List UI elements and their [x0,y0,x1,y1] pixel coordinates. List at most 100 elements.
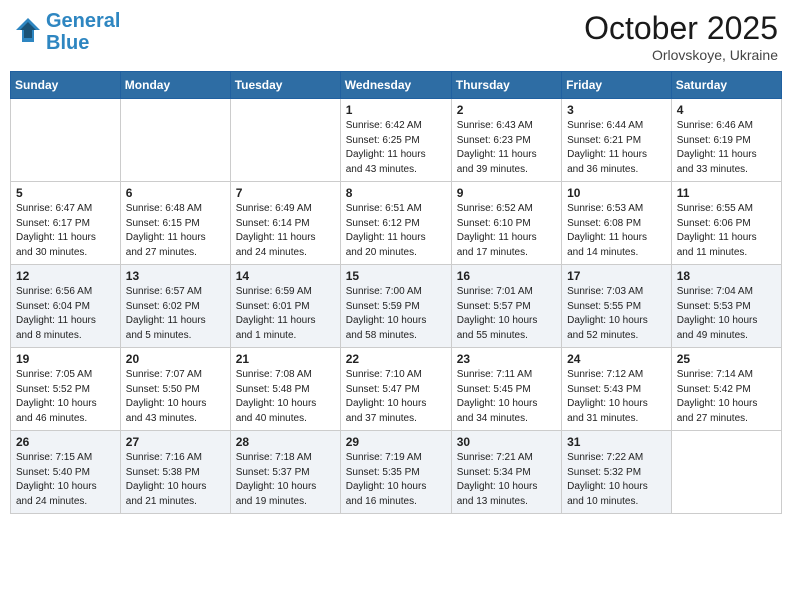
day-info: Sunrise: 6:53 AMSunset: 6:08 PMDaylight:… [567,202,666,260]
day-number: 29 [346,435,446,449]
day-number: 2 [457,103,556,117]
day-number: 1 [346,103,446,117]
day-info: Sunrise: 6:46 AMSunset: 6:19 PMDaylight:… [677,119,776,177]
day-number: 27 [126,435,225,449]
calendar-week-row: 5Sunrise: 6:47 AMSunset: 6:17 PMDaylight… [11,182,782,265]
calendar-day-16: 16 Sunrise: 7:01 AMSunset: 5:57 PMDayligh… [451,265,561,348]
calendar-day-11: 11Sunrise: 6:55 AMSunset: 6:06 PMDayligh… [671,182,781,265]
day-number: 13 [126,269,225,283]
day-info: Sunrise: 7:01 AMSunset: 5:57 PMDaylight:… [457,285,556,343]
calendar-day-12: 12 Sunrise: 6:56 AMSunset: 6:04 PMDayligh… [11,265,121,348]
calendar-day-1: 1 Sunrise: 6:42 AMSunset: 6:25 PMDaylight… [340,99,451,182]
calendar-day-19: 19 Sunrise: 7:05 AMSunset: 5:52 PMDayligh… [11,348,121,431]
day-number: 21 [236,352,335,366]
calendar-day-20: 20Sunrise: 7:07 AMSunset: 5:50 PMDayligh… [120,348,230,431]
day-header-sunday: Sunday [11,72,121,99]
day-info: Sunrise: 7:22 AMSunset: 5:32 PMDaylight:… [567,451,666,509]
day-header-thursday: Thursday [451,72,561,99]
logo-icon [14,16,42,44]
day-info: Sunrise: 6:49 AMSunset: 6:14 PMDaylight:… [236,202,335,260]
calendar-day-28: 28Sunrise: 7:18 AMSunset: 5:37 PMDayligh… [230,431,340,514]
calendar-day-4: 4 Sunrise: 6:46 AMSunset: 6:19 PMDaylight… [671,99,781,182]
calendar-day-17: 17 Sunrise: 7:03 AMSunset: 5:55 PMDayligh… [562,265,672,348]
day-info: Sunrise: 6:43 AMSunset: 6:23 PMDaylight:… [457,119,556,177]
location: Orlovskoye, Ukraine [584,47,778,63]
day-number: 17 [567,269,666,283]
calendar-header-row: SundayMondayTuesdayWednesdayThursdayFrid… [11,72,782,99]
day-info: Sunrise: 7:05 AMSunset: 5:52 PMDaylight:… [16,368,115,426]
logo: General Blue [14,10,120,54]
calendar-week-row: 26Sunrise: 7:15 AMSunset: 5:40 PMDayligh… [11,431,782,514]
day-info: Sunrise: 7:19 AMSunset: 5:35 PMDaylight:… [346,451,446,509]
day-info: Sunrise: 7:11 AMSunset: 5:45 PMDaylight:… [457,368,556,426]
day-number: 15 [346,269,446,283]
day-info: Sunrise: 7:08 AMSunset: 5:48 PMDaylight:… [236,368,335,426]
day-info: Sunrise: 7:00 AMSunset: 5:59 PMDaylight:… [346,285,446,343]
calendar-day-26: 26Sunrise: 7:15 AMSunset: 5:40 PMDayligh… [11,431,121,514]
calendar-day-13: 13 Sunrise: 6:57 AMSunset: 6:02 PMDayligh… [120,265,230,348]
logo-line2: Blue [46,32,89,54]
day-info: Sunrise: 6:48 AMSunset: 6:15 PMDaylight:… [126,202,225,260]
calendar-day-6: 6 Sunrise: 6:48 AMSunset: 6:15 PMDaylight… [120,182,230,265]
day-header-monday: Monday [120,72,230,99]
calendar-empty-cell [230,99,340,182]
page-header: General Blue October 2025 Orlovskoye, Uk… [10,10,782,63]
calendar-day-14: 14Sunrise: 6:59 AMSunset: 6:01 PMDayligh… [230,265,340,348]
calendar-day-2: 2 Sunrise: 6:43 AMSunset: 6:23 PMDaylight… [451,99,561,182]
day-number: 10 [567,186,666,200]
calendar-day-8: 8Sunrise: 6:51 AMSunset: 6:12 PMDaylight… [340,182,451,265]
day-number: 7 [236,186,335,200]
day-info: Sunrise: 7:07 AMSunset: 5:50 PMDaylight:… [126,368,225,426]
calendar-day-18: 18Sunrise: 7:04 AMSunset: 5:53 PMDayligh… [671,265,781,348]
calendar-day-15: 15 Sunrise: 7:00 AMSunset: 5:59 PMDayligh… [340,265,451,348]
day-number: 16 [457,269,556,283]
logo-line1: General [46,10,120,32]
calendar-day-3: 3Sunrise: 6:44 AMSunset: 6:21 PMDaylight… [562,99,672,182]
day-number: 31 [567,435,666,449]
day-number: 3 [567,103,666,117]
day-number: 28 [236,435,335,449]
day-number: 25 [677,352,776,366]
calendar-week-row: 12 Sunrise: 6:56 AMSunset: 6:04 PMDayligh… [11,265,782,348]
day-header-friday: Friday [562,72,672,99]
day-number: 23 [457,352,556,366]
calendar-day-9: 9 Sunrise: 6:52 AMSunset: 6:10 PMDaylight… [451,182,561,265]
day-info: Sunrise: 6:57 AMSunset: 6:02 PMDaylight:… [126,285,225,343]
calendar-day-5: 5Sunrise: 6:47 AMSunset: 6:17 PMDaylight… [11,182,121,265]
calendar-day-29: 29 Sunrise: 7:19 AMSunset: 5:35 PMDayligh… [340,431,451,514]
day-info: Sunrise: 7:14 AMSunset: 5:42 PMDaylight:… [677,368,776,426]
calendar-table: SundayMondayTuesdayWednesdayThursdayFrid… [10,71,782,514]
day-number: 12 [16,269,115,283]
day-info: Sunrise: 7:16 AMSunset: 5:38 PMDaylight:… [126,451,225,509]
day-number: 24 [567,352,666,366]
day-number: 30 [457,435,556,449]
month-title: October 2025 [584,10,778,47]
day-number: 22 [346,352,446,366]
day-number: 9 [457,186,556,200]
day-info: Sunrise: 7:10 AMSunset: 5:47 PMDaylight:… [346,368,446,426]
day-info: Sunrise: 7:21 AMSunset: 5:34 PMDaylight:… [457,451,556,509]
calendar-week-row: 19 Sunrise: 7:05 AMSunset: 5:52 PMDayligh… [11,348,782,431]
day-info: Sunrise: 7:12 AMSunset: 5:43 PMDaylight:… [567,368,666,426]
day-info: Sunrise: 6:42 AMSunset: 6:25 PMDaylight:… [346,119,446,177]
day-info: Sunrise: 7:15 AMSunset: 5:40 PMDaylight:… [16,451,115,509]
calendar-week-row: 1 Sunrise: 6:42 AMSunset: 6:25 PMDaylight… [11,99,782,182]
day-number: 4 [677,103,776,117]
day-info: Sunrise: 6:56 AMSunset: 6:04 PMDaylight:… [16,285,115,343]
day-header-saturday: Saturday [671,72,781,99]
day-header-tuesday: Tuesday [230,72,340,99]
day-info: Sunrise: 7:03 AMSunset: 5:55 PMDaylight:… [567,285,666,343]
calendar-empty-cell [671,431,781,514]
calendar-day-27: 27 Sunrise: 7:16 AMSunset: 5:38 PMDayligh… [120,431,230,514]
day-number: 11 [677,186,776,200]
day-info: Sunrise: 6:52 AMSunset: 6:10 PMDaylight:… [457,202,556,260]
calendar-day-21: 21 Sunrise: 7:08 AMSunset: 5:48 PMDayligh… [230,348,340,431]
day-number: 19 [16,352,115,366]
calendar-day-7: 7 Sunrise: 6:49 AMSunset: 6:14 PMDaylight… [230,182,340,265]
day-info: Sunrise: 6:47 AMSunset: 6:17 PMDaylight:… [16,202,115,260]
calendar-empty-cell [120,99,230,182]
calendar-day-31: 31 Sunrise: 7:22 AMSunset: 5:32 PMDayligh… [562,431,672,514]
day-number: 6 [126,186,225,200]
title-area: October 2025 Orlovskoye, Ukraine [584,10,778,63]
day-number: 18 [677,269,776,283]
